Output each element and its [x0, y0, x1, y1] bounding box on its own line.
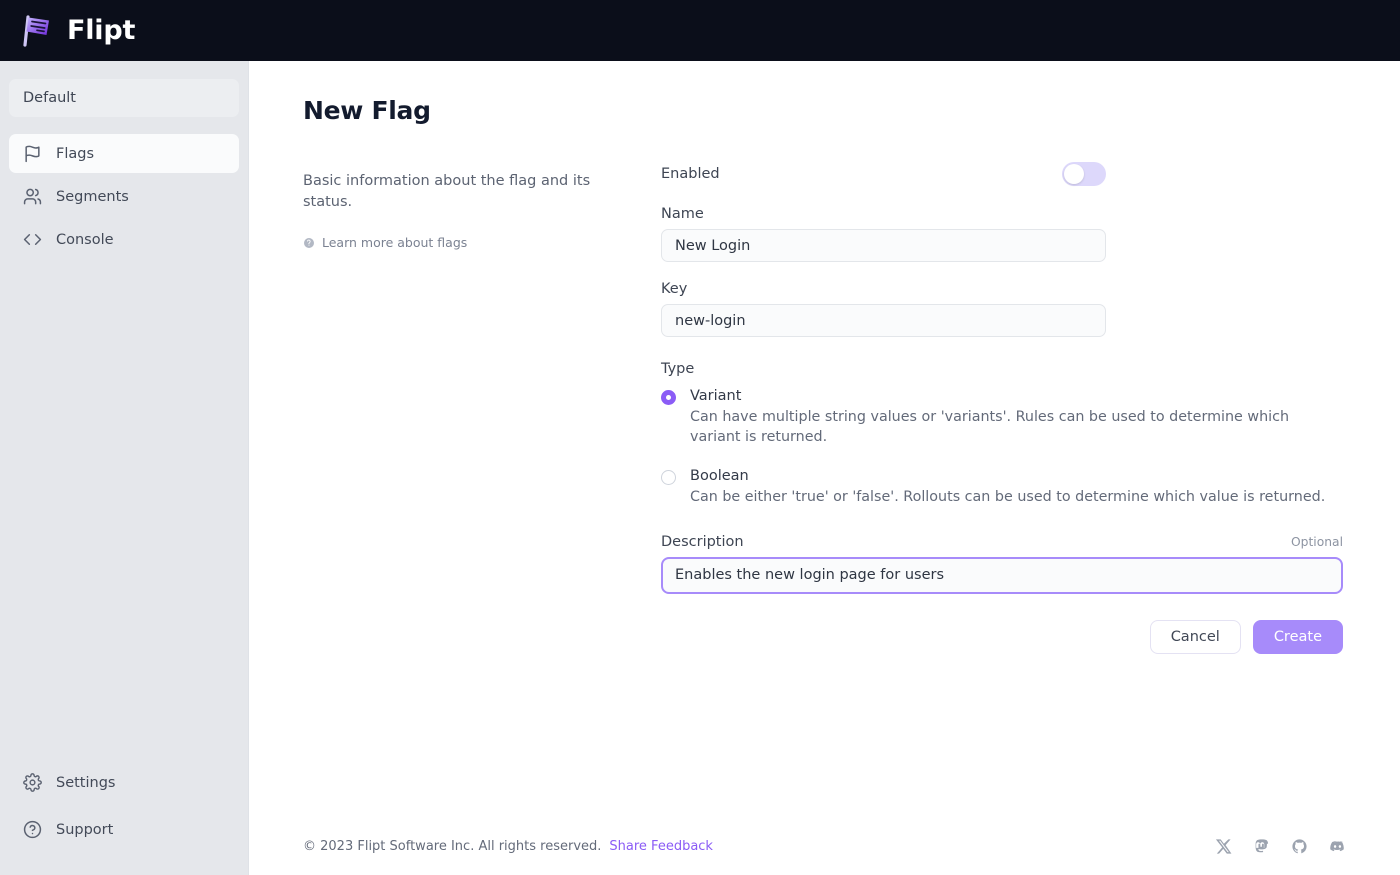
- description-field-group: Description Optional: [661, 534, 1343, 594]
- gear-icon: [23, 773, 42, 792]
- form-actions: Cancel Create: [661, 620, 1343, 654]
- mastodon-icon[interactable]: [1253, 838, 1270, 855]
- type-option-boolean[interactable]: Boolean Can be either 'true' or 'false'.…: [661, 467, 1353, 508]
- sidebar-item-console[interactable]: Console: [9, 220, 239, 259]
- type-field-group: Type Variant Can have multiple string va…: [661, 361, 1353, 508]
- name-label: Name: [661, 206, 1106, 222]
- name-field-group: Name: [661, 206, 1106, 262]
- main-content: New Flag Basic information about the fla…: [249, 61, 1400, 875]
- sidebar-item-label: Flags: [56, 146, 94, 162]
- form-info-column: Basic information about the flag and its…: [303, 171, 633, 250]
- share-feedback-link[interactable]: Share Feedback: [609, 839, 713, 854]
- description-header: Description Optional: [661, 534, 1343, 550]
- sidebar-bottom-nav: Settings Support: [9, 763, 239, 875]
- sidebar: Default Flags Segments: [0, 61, 249, 875]
- social-links: [1215, 838, 1346, 855]
- brand[interactable]: Flipt: [18, 11, 135, 51]
- form-description: Basic information about the flag and its…: [303, 171, 633, 213]
- sidebar-item-label: Support: [56, 822, 113, 838]
- footer: © 2023 Flipt Software Inc. All rights re…: [249, 817, 1400, 875]
- users-icon: [23, 187, 42, 206]
- radio-boolean-label: Boolean: [690, 467, 1325, 485]
- top-bar: Flipt: [0, 0, 1400, 61]
- code-icon: [23, 230, 42, 249]
- key-field-group: Key: [661, 281, 1106, 337]
- radio-variant-description: Can have multiple string values or 'vari…: [690, 408, 1335, 447]
- page-title: New Flag: [303, 96, 431, 125]
- description-optional-badge: Optional: [1291, 535, 1343, 549]
- question-circle-icon: [23, 820, 42, 839]
- cancel-button[interactable]: Cancel: [1150, 620, 1241, 654]
- flipt-flag-logo-icon: [18, 11, 58, 51]
- learn-more-label: Learn more about flags: [322, 235, 467, 250]
- type-label: Type: [661, 361, 1353, 377]
- sidebar-item-flags[interactable]: Flags: [9, 134, 239, 173]
- sidebar-item-segments[interactable]: Segments: [9, 177, 239, 216]
- sidebar-item-label: Settings: [56, 775, 115, 791]
- description-input[interactable]: [661, 557, 1343, 594]
- radio-variant-label: Variant: [690, 387, 1335, 405]
- brand-name: Flipt: [67, 17, 135, 44]
- enabled-toggle[interactable]: [1062, 162, 1106, 186]
- type-option-variant[interactable]: Variant Can have multiple string values …: [661, 387, 1353, 447]
- sidebar-item-label: Segments: [56, 189, 129, 205]
- sidebar-item-label: Console: [56, 232, 114, 248]
- key-input[interactable]: [661, 304, 1106, 337]
- question-circle-icon: [303, 237, 315, 249]
- flag-form: Enabled Name Key Type Variant Can have m…: [661, 161, 1353, 654]
- github-icon[interactable]: [1291, 838, 1308, 855]
- copyright-text: © 2023 Flipt Software Inc. All rights re…: [303, 839, 601, 854]
- x-twitter-icon[interactable]: [1215, 838, 1232, 855]
- sidebar-item-support[interactable]: Support: [9, 810, 239, 849]
- create-button[interactable]: Create: [1253, 620, 1343, 654]
- radio-variant[interactable]: [661, 390, 676, 405]
- enabled-label: Enabled: [661, 166, 720, 182]
- namespace-selector[interactable]: Default: [9, 79, 239, 117]
- namespace-label: Default: [23, 90, 76, 106]
- learn-more-link[interactable]: Learn more about flags: [303, 235, 633, 250]
- radio-boolean[interactable]: [661, 470, 676, 485]
- sidebar-item-settings[interactable]: Settings: [9, 763, 239, 802]
- enabled-row: Enabled: [661, 161, 1106, 187]
- description-label: Description: [661, 534, 744, 550]
- discord-icon[interactable]: [1329, 838, 1346, 855]
- flag-icon: [23, 144, 42, 163]
- key-label: Key: [661, 281, 1106, 297]
- name-input[interactable]: [661, 229, 1106, 262]
- toggle-knob: [1064, 164, 1084, 184]
- radio-boolean-description: Can be either 'true' or 'false'. Rollout…: [690, 488, 1325, 507]
